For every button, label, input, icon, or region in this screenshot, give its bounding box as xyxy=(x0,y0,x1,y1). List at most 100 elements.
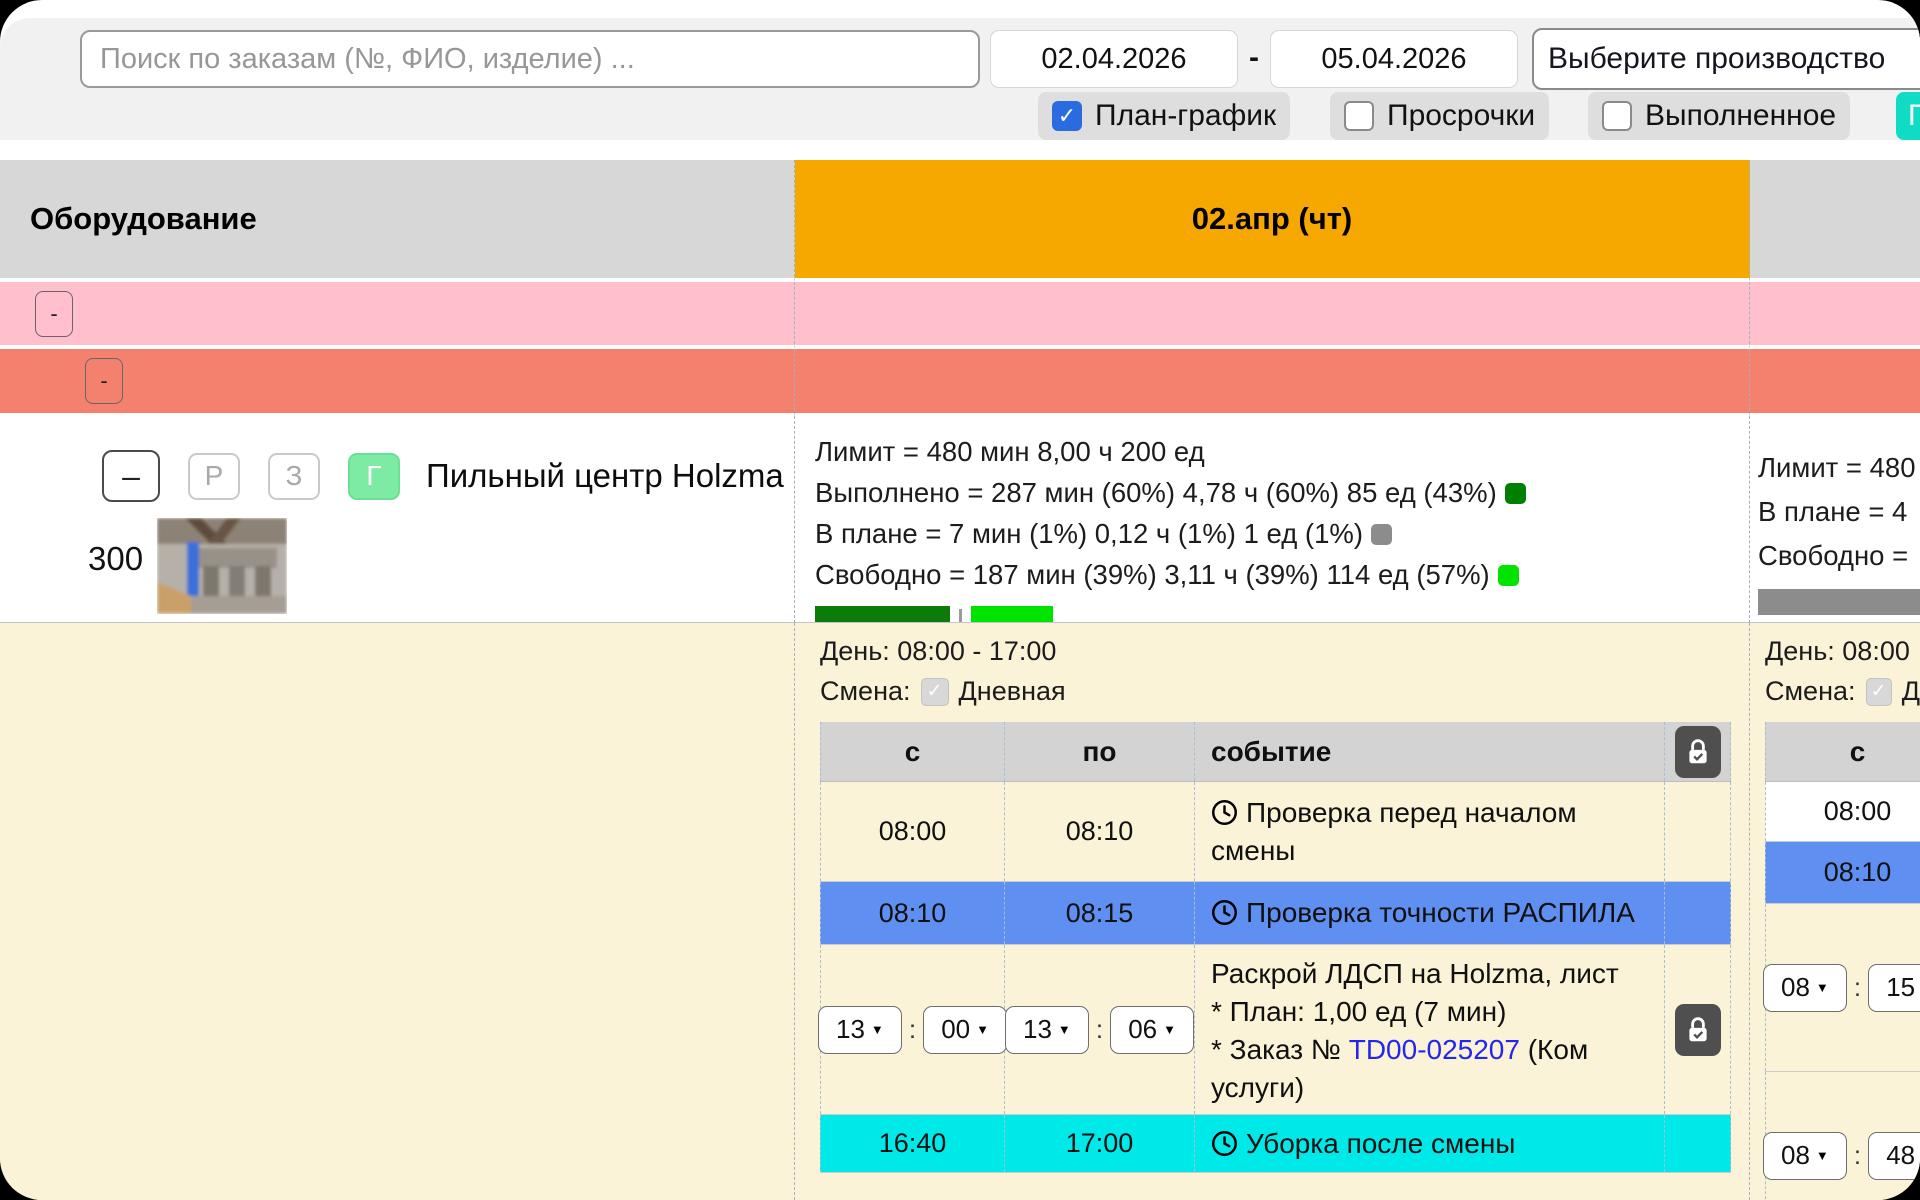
equipment-cell: – Р З Г Пильный центр Holzma 300 xyxy=(0,416,795,623)
subgroup-band: - xyxy=(0,349,795,416)
event-from: 08:00 xyxy=(1765,782,1920,841)
shift-name: Дневная xyxy=(959,676,1066,707)
events-table-header: с по событие xyxy=(820,722,1731,782)
day2-progress-bar xyxy=(1758,589,1920,615)
free-color-swatch xyxy=(1498,565,1519,586)
to-minute-select[interactable]: 06▼ xyxy=(1110,1006,1194,1054)
time-colon: : xyxy=(909,1014,916,1045)
event-row[interactable]: 16:40 17:00 Уборка после смены xyxy=(820,1115,1731,1173)
badge-r-button[interactable]: Р xyxy=(188,453,240,500)
search-input[interactable] xyxy=(80,30,980,88)
event-row[interactable]: 08▼ : 15▼ xyxy=(1765,904,1920,1072)
chevron-down-icon: ▼ xyxy=(1816,980,1829,995)
event-text: Уборка после смены xyxy=(1211,1125,1515,1163)
event-from: 08:10 xyxy=(820,882,1005,944)
event-to: 17:00 xyxy=(1005,1115,1195,1172)
event-row[interactable]: 08:00 08:10 Проверка перед началом смены xyxy=(820,782,1731,882)
day2-schedule-cell: День: 08:00 Смена: ✓ Д с 08:00 08:10 xyxy=(1750,623,1920,1200)
filter-prosrochki-label: Просрочки xyxy=(1387,99,1535,133)
toolbar: 02.04.2026 - 05.04.2026 Выберите произво… xyxy=(0,18,1920,140)
event-text: Проверка точности РАСПИЛА xyxy=(1211,894,1635,932)
progress-free-segment xyxy=(971,606,1053,623)
shift-label: Смена: xyxy=(1765,676,1856,707)
day2-stats-cell: Лимит = 480 В плане = 4 Свободно = xyxy=(1750,416,1920,623)
from-minute-select[interactable]: 48▼ xyxy=(1868,1132,1920,1180)
event-row[interactable]: 13▼ : 00▼ 13▼ : 06▼ Раскрой ЛДСП на xyxy=(820,945,1731,1115)
day2-work-hours: День: 08:00 xyxy=(1765,636,1920,667)
machine-photo xyxy=(157,518,287,614)
lock-all-button[interactable] xyxy=(1675,726,1721,778)
print-button[interactable]: П xyxy=(1896,92,1920,140)
time-colon: : xyxy=(1854,1140,1861,1171)
time-colon: : xyxy=(1854,972,1861,1003)
to-hour-select[interactable]: 13▼ xyxy=(1005,1006,1089,1054)
col-lock-header xyxy=(1665,722,1731,781)
day1-column-title: 02.апр (чт) xyxy=(1192,201,1352,237)
chevron-down-icon: ▼ xyxy=(976,1022,989,1037)
equipment-number: 300 xyxy=(88,540,143,578)
day1-stats-cell: Лимит = 480 мин 8,00 ч 200 ед Выполнено … xyxy=(795,416,1750,623)
chevron-down-icon: ▼ xyxy=(1816,1148,1829,1163)
day1-plan: В плане = 7 мин (1%) 0,12 ч (1%) 1 ед (1… xyxy=(815,513,1749,554)
filter-prosrochki[interactable]: Просрочки xyxy=(1330,92,1549,140)
day2-plan: В плане = 4 xyxy=(1758,490,1920,534)
time-colon: : xyxy=(1096,1014,1103,1045)
lock-row-button[interactable] xyxy=(1675,1004,1721,1056)
plan-color-swatch xyxy=(1371,524,1392,545)
from-hour-select[interactable]: 13▼ xyxy=(818,1006,902,1054)
badge-z-button[interactable]: З xyxy=(268,453,320,500)
order-link[interactable]: TD00-025207 xyxy=(1349,1034,1520,1065)
date-to-input[interactable]: 05.04.2026 xyxy=(1270,30,1518,88)
day1-events-table: с по событие 08:00 xyxy=(820,722,1731,1173)
event-from: 08:00 xyxy=(820,782,1005,881)
from-minute-select[interactable]: 00▼ xyxy=(923,1006,1007,1054)
date-range-separator: - xyxy=(1244,30,1264,86)
chevron-down-icon: ▼ xyxy=(1163,1022,1176,1037)
collapse-equipment-button[interactable]: – xyxy=(102,450,160,502)
event-from: 08:10 xyxy=(1765,842,1920,903)
date-from-input[interactable]: 02.04.2026 xyxy=(990,30,1238,88)
events-table-header: с xyxy=(1765,722,1920,782)
event-plan-line: * План: 1,00 ед (7 мин) xyxy=(1211,993,1664,1031)
filter-vypolnennoe[interactable]: Выполненное xyxy=(1588,92,1850,140)
collapse-subgroup-button[interactable]: - xyxy=(85,358,123,404)
shift-checkbox[interactable]: ✓ xyxy=(921,678,949,706)
event-row[interactable]: 08:00 xyxy=(1765,782,1920,842)
shift-checkbox[interactable]: ✓ xyxy=(1866,678,1892,706)
col-event-header: событие xyxy=(1195,722,1665,781)
equipment-column-title: Оборудование xyxy=(30,201,257,237)
subgroup-band-day2 xyxy=(1750,349,1920,416)
progress-gray-segment xyxy=(1758,589,1920,615)
filter-vypolnennoe-label: Выполненное xyxy=(1645,99,1836,133)
app-window: 02.04.2026 - 05.04.2026 Выберите произво… xyxy=(0,0,1920,1200)
filter-plan-grafik[interactable]: ✓ План-график xyxy=(1038,92,1290,140)
done-color-swatch xyxy=(1505,483,1526,504)
clock-icon xyxy=(1211,1130,1238,1157)
event-to: 08:10 xyxy=(1005,782,1195,881)
print-button-label: П xyxy=(1908,99,1920,133)
event-row[interactable]: 08:10 xyxy=(1765,842,1920,904)
day2-limit: Лимит = 480 xyxy=(1758,446,1920,490)
lock-icon xyxy=(1685,1016,1711,1044)
collapse-group-button[interactable]: - xyxy=(35,291,73,337)
badge-g-button[interactable]: Г xyxy=(348,453,400,500)
day1-free: Свободно = 187 мин (39%) 3,11 ч (39%) 11… xyxy=(815,554,1749,595)
chevron-down-icon: ▼ xyxy=(1058,1022,1071,1037)
clock-icon xyxy=(1211,799,1238,826)
event-from: 16:40 xyxy=(820,1115,1005,1172)
group-band-day1 xyxy=(795,282,1750,349)
event-to: 08:15 xyxy=(1005,882,1195,944)
group-band-day2 xyxy=(1750,282,1920,349)
event-row[interactable]: 08:10 08:15 Проверка точности РАСПИЛА xyxy=(820,882,1731,945)
event-order-line: * Заказ № TD00-025207 (Ком услуги) xyxy=(1211,1031,1664,1107)
from-minute-select[interactable]: 15▼ xyxy=(1868,964,1920,1012)
from-hour-select[interactable]: 08▼ xyxy=(1763,964,1847,1012)
production-select[interactable]: Выберите производство xyxy=(1532,28,1920,90)
event-row[interactable]: 08▼ : 48▼ xyxy=(1765,1072,1920,1200)
from-hour-select[interactable]: 08▼ xyxy=(1763,1132,1847,1180)
progress-divider xyxy=(959,609,962,623)
day2-shift-row: Смена: ✓ Д xyxy=(1765,676,1920,707)
lock-icon xyxy=(1685,738,1711,766)
progress-done-segment xyxy=(815,606,950,623)
chevron-down-icon: ▼ xyxy=(871,1022,884,1037)
